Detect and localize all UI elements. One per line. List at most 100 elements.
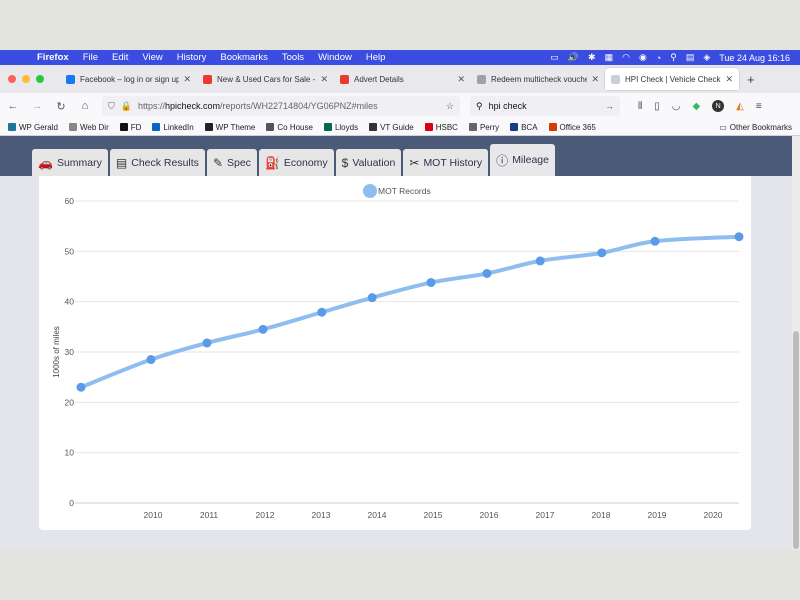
close-window-icon[interactable] (8, 75, 16, 83)
home-icon[interactable]: ⌂ (78, 100, 92, 112)
metamask-icon[interactable]: ◭ (736, 101, 744, 112)
pocket-icon[interactable]: ◡ (672, 101, 681, 112)
sidebar-icon[interactable]: ▯ (654, 101, 660, 112)
shield-icon[interactable]: ⛉ (108, 101, 115, 112)
close-tab-icon[interactable]: ✕ (725, 74, 733, 85)
tab-strip: Facebook – log in or sign up ✕ New & Use… (0, 65, 800, 93)
y-tick-label: 50 (65, 246, 75, 256)
close-tab-icon[interactable]: ✕ (591, 74, 599, 85)
navigation-toolbar: ← → ↻ ⌂ ⛉ 🔒 https://hpicheck.com/reports… (0, 93, 800, 119)
bookmark-item[interactable]: Lloyds (323, 123, 358, 132)
search-bar[interactable]: ⚲ hpi check → (470, 96, 620, 116)
minimize-window-icon[interactable] (22, 75, 30, 83)
other-bookmarks[interactable]: ▭ Other Bookmarks (719, 123, 800, 132)
search-input[interactable]: hpi check (489, 101, 527, 111)
back-icon[interactable]: ← (6, 100, 20, 112)
data-point (482, 268, 492, 278)
bookmark-item[interactable]: Office 365 (548, 123, 596, 132)
url-bar[interactable]: ⛉ 🔒 https://hpicheck.com/reports/WH22714… (102, 96, 460, 116)
bookmark-item[interactable]: Co House (266, 123, 313, 132)
bookmark-label: BCA (521, 122, 538, 132)
report-tab-label: Check Results (131, 156, 199, 169)
report-tab-label: Mileage (512, 154, 549, 166)
report-tab-label: Spec (227, 156, 251, 169)
bookmark-item[interactable]: HSBC (424, 122, 458, 132)
browser-tab-redeem-voucher[interactable]: Redeem multicheck voucher | ✕ (471, 68, 605, 90)
tab-check-results[interactable]: ▤ Check Results (109, 149, 205, 176)
close-tab-icon[interactable]: ✕ (320, 74, 328, 85)
siri-icon[interactable]: ◈ (703, 52, 710, 63)
close-tab-icon[interactable]: ✕ (457, 74, 465, 85)
y-tick-label: 30 (65, 347, 75, 357)
browser-tab-facebook[interactable]: Facebook – log in or sign up ✕ (60, 68, 197, 90)
bookmark-item[interactable]: VT Guide (369, 123, 414, 132)
menu-app-name[interactable]: Firefox (30, 52, 76, 63)
y-axis-label: 1000s of miles (52, 326, 61, 378)
bookmark-star-icon[interactable]: ☆ (446, 101, 454, 112)
menu-bookmarks[interactable]: Bookmarks (213, 52, 275, 63)
bookmark-item[interactable]: BCA (510, 122, 538, 132)
volume-icon[interactable]: 🔊 (568, 52, 579, 63)
scrollbar-thumb[interactable] (793, 331, 799, 549)
data-point (367, 293, 377, 303)
bookmark-item[interactable]: WP Gerald (8, 123, 58, 132)
page-scrollbar[interactable] (792, 136, 800, 550)
bookmark-label: FD (130, 122, 142, 132)
wifi-icon[interactable]: ◠ (622, 52, 630, 63)
tab-summary[interactable]: 🚗 Summary (32, 149, 108, 176)
forward-icon[interactable]: → (30, 100, 44, 112)
hamburger-menu-icon[interactable]: ≡ (756, 101, 762, 112)
bookmark-item[interactable]: Perry (468, 123, 499, 132)
y-tick-label: 0 (69, 498, 74, 508)
tab-valuation[interactable]: $ Valuation (335, 149, 402, 176)
clock-history-icon[interactable]: ◔ (656, 53, 661, 63)
data-point (734, 232, 744, 242)
tab-mileage[interactable]: ⓘ Mileage (490, 144, 555, 176)
zoom-window-icon[interactable] (36, 75, 44, 83)
battery-icon[interactable]: ▭ (550, 52, 559, 63)
bookmark-item[interactable]: Web Dir (68, 123, 109, 132)
data-point (535, 256, 545, 266)
bookmark-favicon-icon (369, 123, 378, 131)
bookmark-favicon-icon (468, 123, 477, 131)
bluetooth-icon[interactable]: ✱ (588, 52, 596, 63)
library-icon[interactable]: ⫴ (638, 101, 642, 112)
menu-history[interactable]: History (170, 52, 214, 63)
lock-icon[interactable]: 🔒 (121, 101, 132, 112)
tools-icon: ✂ (409, 155, 420, 170)
bookmark-item[interactable]: WP Theme (204, 123, 255, 132)
bookmark-label: HSBC (435, 122, 458, 132)
search-go-icon[interactable]: → (605, 101, 614, 111)
bookmark-favicon-icon (510, 123, 519, 131)
bookmark-item[interactable]: FD (119, 122, 142, 132)
flag-uk-icon[interactable]: ▦ (605, 52, 614, 63)
spotlight-search-icon[interactable]: ⚲ (670, 52, 677, 63)
report-tabs: 🚗 Summary ▤ Check Results ✎ Spec ⛽ Economy $ Valu… (0, 136, 792, 176)
menu-edit[interactable]: Edit (105, 52, 135, 63)
browser-tab-advert-details[interactable]: Advert Details ✕ (334, 68, 471, 90)
bookmark-label: Co House (277, 122, 313, 132)
tab-mot-history[interactable]: ✂ MOT History (403, 149, 489, 176)
menu-tools[interactable]: Tools (275, 52, 311, 63)
bookmark-item[interactable]: LinkedIn (152, 123, 194, 132)
tab-economy[interactable]: ⛽ Economy (258, 149, 334, 176)
menu-help[interactable]: Help (359, 52, 393, 63)
folder-icon: ▭ (719, 122, 727, 132)
browser-tab-autotrader[interactable]: New & Used Cars for Sale - Au ✕ (197, 68, 334, 90)
evernote-icon[interactable]: ◆ (692, 101, 700, 112)
clock[interactable]: Tue 24 Aug 16:16 (719, 53, 790, 63)
new-tab-icon[interactable]: + (747, 72, 755, 87)
menu-view[interactable]: View (135, 52, 169, 63)
reload-icon[interactable]: ↻ (54, 100, 68, 113)
bookmark-favicon-icon (266, 123, 275, 131)
tab-spec[interactable]: ✎ Spec (206, 149, 257, 176)
extension-n-icon[interactable]: N (712, 100, 725, 112)
browser-tab-hpi-check[interactable]: HPI Check | Vehicle Check | Re ✕ (605, 68, 739, 90)
user-icon[interactable]: ◉ (639, 52, 647, 63)
close-tab-icon[interactable]: ✕ (183, 74, 191, 85)
control-center-icon[interactable]: ▤ (686, 52, 695, 63)
menu-window[interactable]: Window (311, 52, 359, 63)
x-tick-label: 2016 (480, 510, 499, 520)
menu-file[interactable]: File (76, 52, 105, 63)
browser-window: Facebook – log in or sign up ✕ New & Use… (0, 65, 800, 550)
